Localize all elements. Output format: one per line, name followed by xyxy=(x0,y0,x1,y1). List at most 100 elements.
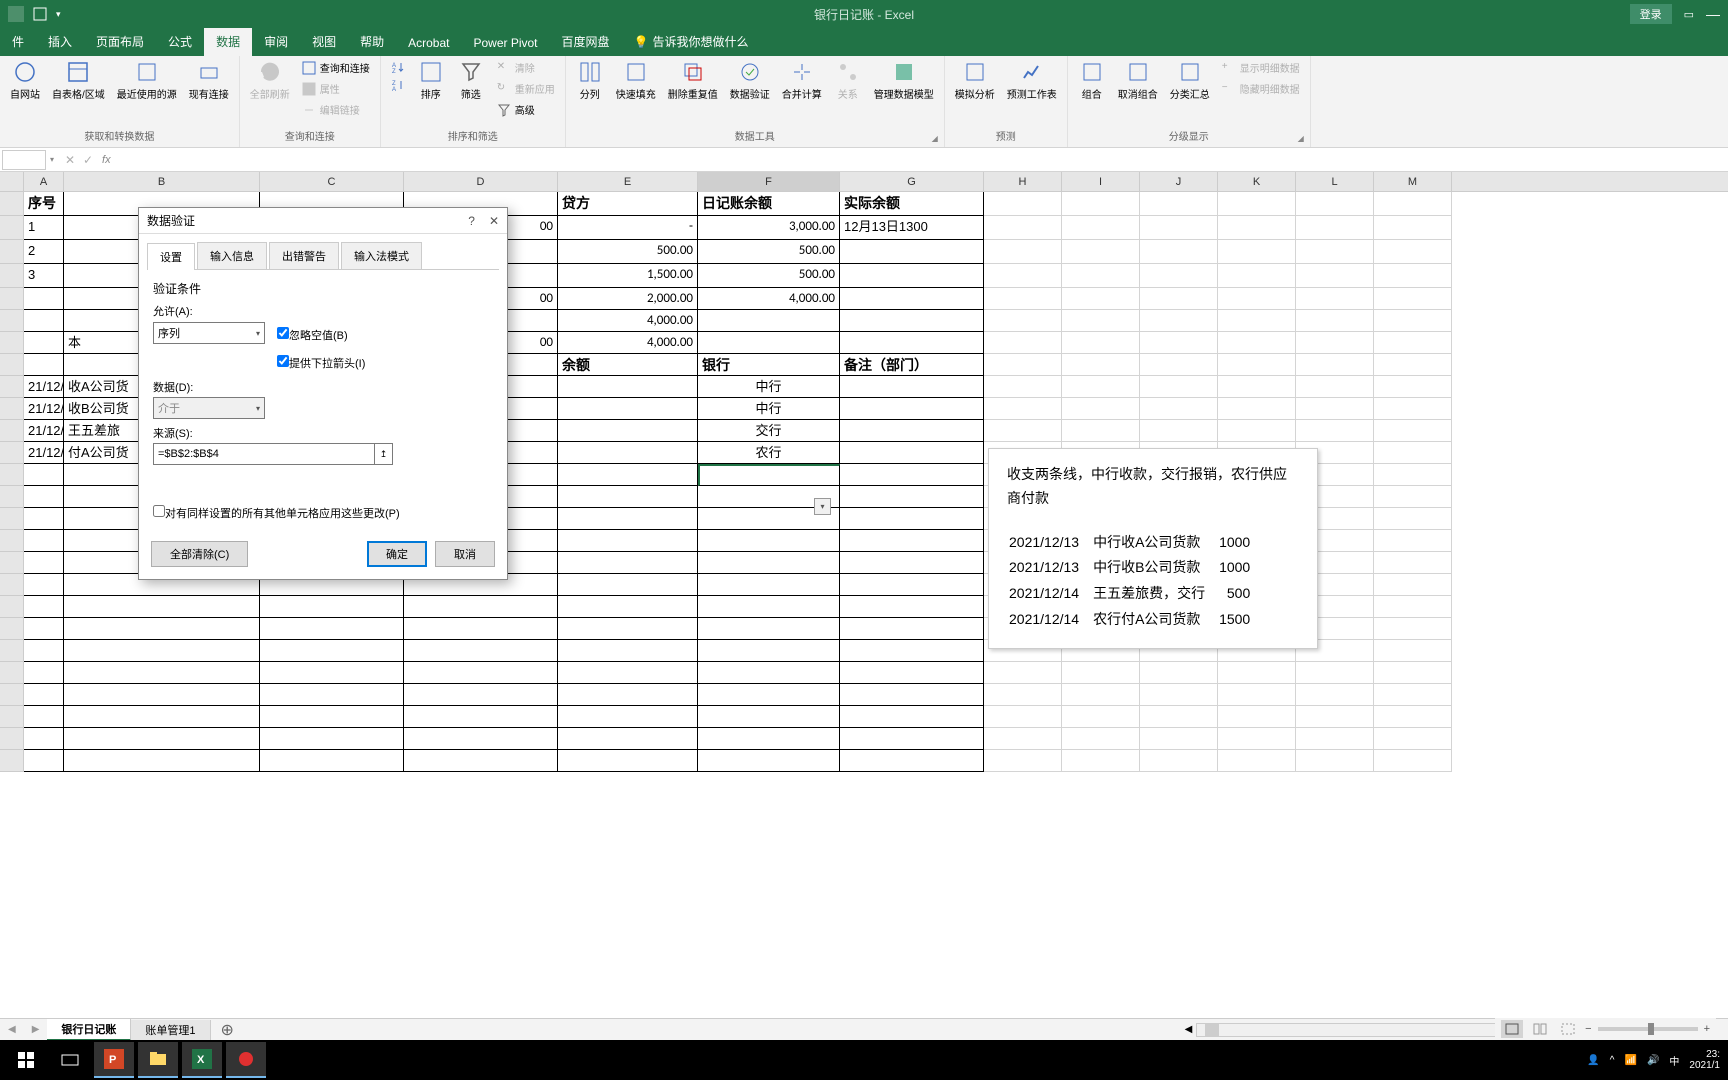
cell[interactable] xyxy=(1296,216,1374,240)
cell[interactable] xyxy=(1374,240,1452,264)
cell[interactable] xyxy=(1140,192,1218,216)
cell[interactable] xyxy=(558,508,698,530)
cell[interactable] xyxy=(698,574,840,596)
cell[interactable] xyxy=(698,728,840,750)
cell[interactable] xyxy=(558,662,698,684)
group-button[interactable]: 组合 xyxy=(1074,58,1110,103)
cell[interactable] xyxy=(1062,354,1140,376)
cell[interactable] xyxy=(558,574,698,596)
cell[interactable] xyxy=(404,750,558,772)
cell[interactable] xyxy=(24,728,64,750)
cell[interactable] xyxy=(1140,310,1218,332)
tab-review[interactable]: 审阅 xyxy=(252,27,300,56)
cell[interactable] xyxy=(1218,376,1296,398)
cell[interactable] xyxy=(1374,530,1452,552)
cell[interactable] xyxy=(840,640,984,662)
cell[interactable] xyxy=(840,398,984,420)
cell[interactable] xyxy=(1374,420,1452,442)
cell[interactable]: 4,000.00 xyxy=(558,332,698,354)
cell[interactable] xyxy=(1140,376,1218,398)
filter-button[interactable]: 筛选 xyxy=(453,58,489,103)
cell[interactable] xyxy=(698,750,840,772)
cell[interactable] xyxy=(1374,640,1452,662)
reapply-button[interactable]: ↻重新应用 xyxy=(493,79,559,98)
cell[interactable] xyxy=(1374,464,1452,486)
cell[interactable] xyxy=(984,310,1062,332)
cell[interactable]: 农行 xyxy=(698,442,840,464)
cell[interactable] xyxy=(64,728,260,750)
queries-button[interactable]: 查询和连接 xyxy=(298,58,374,77)
cell[interactable]: 序号 xyxy=(24,192,64,216)
cell[interactable]: 2 xyxy=(24,240,64,264)
login-button[interactable]: 登录 xyxy=(1630,4,1672,24)
cell[interactable]: 2,000.00 xyxy=(558,288,698,310)
cell[interactable] xyxy=(840,596,984,618)
cell[interactable] xyxy=(840,288,984,310)
ignore-blank-checkbox[interactable]: 忽略空值(B) xyxy=(277,327,348,343)
cell[interactable] xyxy=(984,288,1062,310)
cell[interactable] xyxy=(64,662,260,684)
dialog-tab-input[interactable]: 输入信息 xyxy=(197,242,267,269)
data-validation-button[interactable]: 数据验证 xyxy=(726,58,774,103)
sheet-tab[interactable]: 账单管理1 xyxy=(131,1020,210,1040)
cell[interactable] xyxy=(260,618,404,640)
qat-more-icon[interactable]: ▾ xyxy=(56,9,61,20)
tab-insert[interactable]: 插入 xyxy=(36,27,84,56)
cell[interactable] xyxy=(1062,684,1140,706)
cell[interactable] xyxy=(558,530,698,552)
cell[interactable] xyxy=(1062,264,1140,288)
source-input[interactable] xyxy=(153,443,375,465)
cell[interactable] xyxy=(1140,750,1218,772)
cell[interactable] xyxy=(1062,376,1140,398)
dropdown-checkbox[interactable]: 提供下拉箭头(I) xyxy=(277,355,365,371)
cell[interactable] xyxy=(1296,288,1374,310)
cell[interactable] xyxy=(1296,420,1374,442)
cell[interactable] xyxy=(1374,684,1452,706)
cell[interactable] xyxy=(984,192,1062,216)
cell[interactable] xyxy=(1374,398,1452,420)
cell[interactable] xyxy=(698,530,840,552)
show-detail-button[interactable]: +显示明细数据 xyxy=(1218,58,1304,77)
cell[interactable] xyxy=(1374,192,1452,216)
tab-powerpivot[interactable]: Power Pivot xyxy=(461,30,549,56)
col-header[interactable]: D xyxy=(404,172,558,191)
cell[interactable] xyxy=(1218,240,1296,264)
cell[interactable] xyxy=(260,662,404,684)
recent-sources-button[interactable]: 最近使用的源 xyxy=(113,58,181,103)
cell[interactable] xyxy=(260,596,404,618)
start-button[interactable] xyxy=(6,1042,46,1078)
cell[interactable] xyxy=(24,288,64,310)
advanced-filter-button[interactable]: 高级 xyxy=(493,100,559,119)
cell[interactable] xyxy=(698,706,840,728)
cell[interactable] xyxy=(404,618,558,640)
add-sheet-icon[interactable]: ⊕ xyxy=(211,1020,244,1040)
cell[interactable] xyxy=(840,750,984,772)
hscroll-left-icon[interactable]: ◀ xyxy=(1185,1024,1193,1035)
cell[interactable] xyxy=(1296,332,1374,354)
edit-links-button[interactable]: 编辑链接 xyxy=(298,100,374,119)
from-web-button[interactable]: 自网站 xyxy=(6,58,44,103)
cell[interactable] xyxy=(698,552,840,574)
task-view-button[interactable] xyxy=(50,1042,90,1078)
explorer-task-icon[interactable] xyxy=(138,1042,178,1078)
consolidate-button[interactable]: 合并计算 xyxy=(778,58,826,103)
hide-detail-button[interactable]: −隐藏明细数据 xyxy=(1218,79,1304,98)
cell[interactable]: 21/12/14 xyxy=(24,420,64,442)
sort-asc-button[interactable]: AZ xyxy=(387,58,409,76)
cell[interactable] xyxy=(1374,750,1452,772)
cell[interactable]: 21/12/13 xyxy=(24,376,64,398)
cell[interactable]: 余额 xyxy=(558,354,698,376)
cell[interactable] xyxy=(558,706,698,728)
col-header[interactable]: H xyxy=(984,172,1062,191)
cell[interactable] xyxy=(1140,706,1218,728)
ribbon-options-icon[interactable]: ▭ xyxy=(1684,8,1694,21)
cell[interactable] xyxy=(24,464,64,486)
cell[interactable] xyxy=(64,596,260,618)
col-header[interactable]: L xyxy=(1296,172,1374,191)
cell[interactable] xyxy=(1218,706,1296,728)
cell[interactable] xyxy=(1296,376,1374,398)
cell[interactable]: 500.00 xyxy=(698,264,840,288)
cell[interactable]: 3,000.00 xyxy=(698,216,840,240)
cell[interactable] xyxy=(1062,192,1140,216)
col-header[interactable]: C xyxy=(260,172,404,191)
